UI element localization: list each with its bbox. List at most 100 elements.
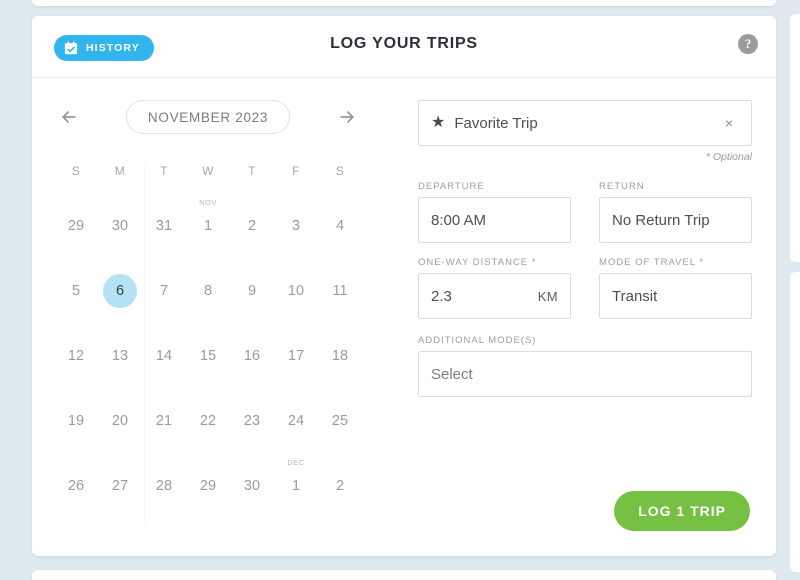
optional-note: * Optional [705,151,752,163]
calendar-day[interactable]: 2 [318,454,362,503]
calendar-day-number: 14 [155,348,173,364]
right-column-sliver-top [790,14,800,262]
calendar-day-selected[interactable]: 6 [98,259,142,308]
mode-of-travel-field: MODE OF TRAVEL * Transit [599,257,752,319]
calendar-day-number: 1 [291,478,301,494]
calendar-day-number: 24 [287,413,305,429]
calendar-day[interactable]: 24 [274,389,318,438]
calendar-day[interactable]: 22 [186,389,230,438]
calendar-day-number: 2 [335,478,345,494]
additional-modes-field: ADDITIONAL MODE(S) Select [418,335,752,397]
calendar-day-number: 27 [111,478,129,494]
dow-label: T [248,164,256,178]
calendar-day-number: 26 [67,478,85,494]
calendar-day[interactable]: 25 [318,389,362,438]
calendar-check-icon [64,41,78,55]
calendar-day-number: 11 [332,283,348,299]
calendar-day[interactable]: 31 [142,194,186,243]
calendar-day[interactable]: 15 [186,324,230,373]
trip-fields-grid: DEPARTURE 8:00 AM RETURN No Return Trip … [418,181,752,319]
calendar-day[interactable]: 14 [142,324,186,373]
calendar-day-number: 19 [67,413,85,429]
calendar-day[interactable]: 19 [54,389,98,438]
calendar-day-number: 5 [71,283,81,299]
favorite-trip-label: Favorite Trip [454,114,538,132]
distance-input[interactable]: 2.3 KM [418,273,571,319]
calendar-nav: NOVEMBER 2023 [54,96,362,138]
calendar-week-row: 26 27 28 29 30 DEC 1 2 [54,454,362,503]
calendar-day-number: 20 [111,413,129,429]
mode-of-travel-label: MODE OF TRAVEL * [599,257,705,268]
calendar-day[interactable]: 16 [230,324,274,373]
calendar-day-number: 1 [203,218,213,234]
departure-input[interactable]: 8:00 AM [418,197,571,243]
calendar-day[interactable]: 2 [230,194,274,243]
calendar-day[interactable]: 26 [54,454,98,503]
calendar-day[interactable]: 11 [318,259,362,308]
calendar-day[interactable]: 3 [274,194,318,243]
calendar-day-number: 29 [67,218,85,234]
calendar-day-number: 25 [331,413,349,429]
calendar-day[interactable]: 8 [186,259,230,308]
calendar-day[interactable]: 17 [274,324,318,373]
calendar-day-number: 28 [155,478,173,494]
calendar-day[interactable]: DEC 1 [274,454,318,503]
calendar-day[interactable]: 27 [98,454,142,503]
close-icon[interactable]: × [719,116,739,130]
calendar-month-tag: NOV [199,198,217,207]
calendar-day-number: 16 [243,348,261,364]
calendar-day[interactable]: 29 [186,454,230,503]
calendar-day[interactable]: 9 [230,259,274,308]
calendar-day[interactable]: 4 [318,194,362,243]
calendar-day[interactable]: 30 [230,454,274,503]
calendar-day[interactable]: 28 [142,454,186,503]
question-mark-icon[interactable]: ? [738,34,758,54]
arrow-left-icon[interactable] [54,102,84,132]
dow-label: S [71,164,81,178]
calendar-day[interactable]: 21 [142,389,186,438]
month-selector[interactable]: NOVEMBER 2023 [126,100,290,134]
mode-of-travel-value: Transit [612,287,658,305]
additional-modes-input[interactable]: Select [418,351,752,397]
log-trips-card: HISTORY LOG YOUR TRIPS ? NOVEMBER 2023 S… [32,16,776,556]
card-below-partial [32,570,776,580]
favorite-trip-selector[interactable]: ★ Favorite Trip × [418,100,752,146]
arrow-right-icon[interactable] [332,102,362,132]
calendar-day[interactable]: NOV 1 [186,194,230,243]
distance-value: 2.3 [431,287,452,305]
calendar-day[interactable]: 18 [318,324,362,373]
calendar-month-tag: DEC [287,458,305,467]
calendar-day[interactable]: 23 [230,389,274,438]
log-trip-button-label: LOG 1 TRIP [638,503,726,519]
return-input[interactable]: No Return Trip [599,197,752,243]
calendar-day-number: 31 [155,218,173,234]
calendar-week-row: 5 6 7 8 9 10 11 [54,259,362,308]
calendar-day-number: 6 [103,274,137,308]
distance-field: ONE-WAY DISTANCE * 2.3 KM [418,257,571,319]
calendar-day[interactable]: 5 [54,259,98,308]
calendar-day-number: 30 [111,218,129,234]
calendar-day[interactable]: 12 [54,324,98,373]
calendar-grid: 29 30 31 NOV 1 2 3 4 5 6 7 8 9 10 11 12 13 14 15 16 17 18 19 20… [54,194,362,503]
distance-unit[interactable]: KM [538,289,558,304]
history-button[interactable]: HISTORY [54,35,154,61]
calendar-day[interactable]: 20 [98,389,142,438]
calendar-day[interactable]: 13 [98,324,142,373]
calendar-day-number: 30 [243,478,261,494]
calendar-day-number: 12 [67,348,85,364]
log-trip-button[interactable]: LOG 1 TRIP [614,491,750,531]
mode-of-travel-input[interactable]: Transit [599,273,752,319]
calendar-day-number: 10 [287,283,305,299]
trip-form-pane: ★ Favorite Trip × * Optional DEPARTURE 8… [384,78,776,555]
calendar-day[interactable]: 10 [274,259,318,308]
calendar-day-number: 17 [287,348,305,364]
calendar-day[interactable]: 29 [54,194,98,243]
calendar-day[interactable]: 7 [142,259,186,308]
calendar-day[interactable]: 30 [98,194,142,243]
calendar-week-row: 29 30 31 NOV 1 2 3 4 [54,194,362,243]
calendar-day-number: 8 [203,283,213,299]
calendar-day-number: 23 [243,413,261,429]
departure-label: DEPARTURE [418,181,485,192]
calendar-day-number: 2 [247,218,257,234]
additional-modes-placeholder: Select [431,365,473,383]
